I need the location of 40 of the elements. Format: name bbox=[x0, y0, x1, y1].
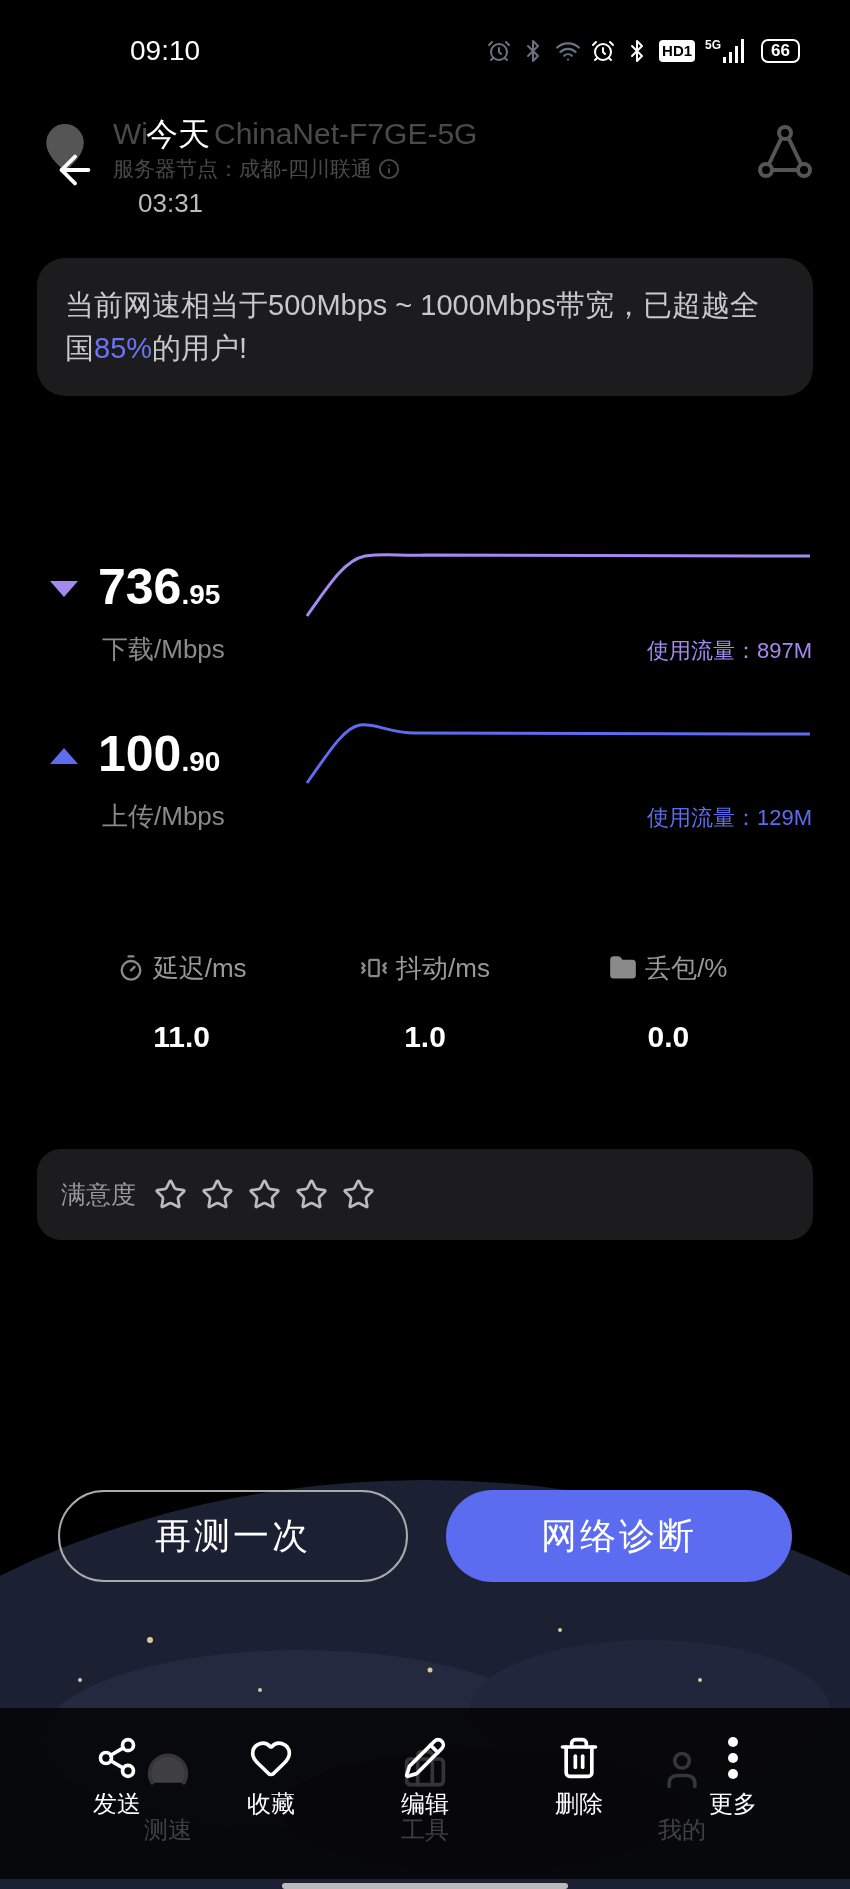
network-name-end: ChinaNet-F7GE-5G bbox=[214, 116, 478, 153]
star-icon[interactable] bbox=[342, 1177, 375, 1211]
toolbar-button[interactable]: 收藏 bbox=[216, 1735, 326, 1822]
gallery-time: 03:31 bbox=[138, 188, 204, 219]
network-label: 5G bbox=[705, 39, 722, 52]
star-icon[interactable] bbox=[154, 1177, 187, 1211]
star-icon[interactable] bbox=[295, 1177, 328, 1211]
metric-label: 丢包/% bbox=[645, 952, 728, 985]
battery-indicator: 66 bbox=[761, 39, 800, 64]
star-icon[interactable] bbox=[248, 1177, 281, 1211]
data-usage: 使用流量：897M bbox=[646, 636, 812, 665]
star-rating[interactable] bbox=[154, 1177, 375, 1211]
speed-value: 736.95 bbox=[98, 561, 221, 616]
metric-value: 0.0 bbox=[647, 1019, 690, 1055]
star-icon[interactable] bbox=[201, 1177, 234, 1211]
metric-label: 延迟/ms bbox=[152, 952, 247, 985]
info-icon bbox=[378, 158, 400, 181]
metric-value: 1.0 bbox=[404, 1019, 446, 1055]
speed-value: 100.90 bbox=[98, 729, 221, 784]
connection-nodes-icon bbox=[758, 125, 812, 180]
summary-text: 当前网速相当于500Mbps ~ 1000Mbps带宽，已超越全国85%的用户! bbox=[65, 288, 760, 367]
network-name-start: Wi bbox=[113, 116, 148, 153]
speed-unit: 上传/Mbps bbox=[102, 800, 226, 834]
server-node-label: 服务器节点：成都-四川联通 bbox=[113, 156, 372, 183]
hd-badge: HD1 bbox=[659, 40, 696, 63]
gallery-date: 今天 bbox=[146, 115, 210, 155]
rating-label: 满意度 bbox=[61, 1178, 136, 1210]
toolbar-button[interactable]: 删除 bbox=[524, 1735, 634, 1822]
metric-value: 11.0 bbox=[153, 1019, 211, 1055]
more-icon bbox=[727, 1735, 739, 1780]
alarm-icon bbox=[487, 39, 512, 64]
data-usage: 使用流量：129M bbox=[646, 804, 812, 833]
retest-button[interactable]: 再测一次 bbox=[58, 1489, 408, 1582]
speed-unit: 下载/Mbps bbox=[102, 632, 226, 666]
diagnose-button[interactable]: 网络诊断 bbox=[446, 1489, 792, 1582]
signal-icon bbox=[723, 39, 746, 64]
alarm-icon bbox=[591, 39, 616, 64]
status-time: 09:10 bbox=[130, 34, 201, 69]
pencil-icon bbox=[403, 1735, 447, 1780]
metric-label: 抖动/ms bbox=[396, 952, 490, 985]
